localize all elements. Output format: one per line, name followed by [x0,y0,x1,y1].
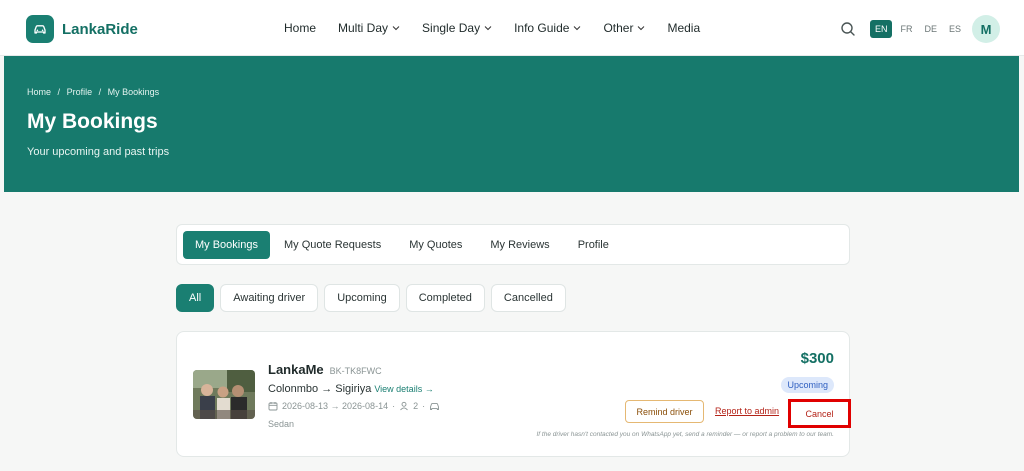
status-badge: Upcoming [781,377,834,393]
filter-cancelled[interactable]: Cancelled [490,284,566,312]
report-to-admin-link[interactable]: Report to admin [715,406,779,416]
route: Colonmbo → Sigiriya View details → [268,383,434,395]
tab-profile[interactable]: Profile [564,231,623,259]
booking-card: LankaMe BK-TK8FWC Colonmbo → Sigiriya View… [176,331,851,457]
profile-tabs: My Bookings My Quote Requests My Quotes … [176,224,850,265]
passenger-count: 2 [413,401,419,411]
chevron-down-icon [484,26,492,31]
nav-other-label: Other [603,21,634,35]
driver-name: LankaMe BK-TK8FWC [268,362,382,377]
filter-upcoming[interactable]: Upcoming [324,284,400,312]
nav-media-label: Media [667,21,701,35]
lang-en[interactable]: EN [869,20,893,38]
top-navbar: LankaRide Home Multi Day Single Day Info… [0,0,1024,56]
filter-awaiting-driver[interactable]: Awaiting driver [220,284,319,312]
page-hero: Home / Profile / My Bookings My Bookings… [4,56,1019,192]
status-filters: All Awaiting driver Upcoming Completed C… [176,284,566,312]
driver-name-text: LankaMe [268,362,324,377]
avatar[interactable]: M [972,15,1000,43]
user-icon [400,401,408,411]
help-note: If the driver hasn't contacted you on Wh… [536,431,834,438]
nav-right: EN FR DE ES M [840,15,1000,43]
breadcrumb-current: My Bookings [107,87,160,97]
lang-fr[interactable]: FR [896,21,916,37]
booking-price: $300 [800,350,834,367]
nav-multi-day-label: Multi Day [338,21,389,35]
car-icon [430,402,440,410]
breadcrumb-separator: / [57,87,61,97]
brand[interactable]: LankaRide [26,15,138,43]
driver-photo [193,370,255,419]
nav-single-day[interactable]: Single Day [422,21,492,35]
meta-separator: · [422,401,426,411]
booking-meta: 2026-08-13 → 2026-08-14 · 2 · [268,401,440,411]
route-text: Colonmbo → Sigiriya [268,383,372,395]
nav-other[interactable]: Other [603,21,645,35]
page-subtitle: Your upcoming and past trips [27,146,170,158]
chevron-down-icon [574,26,581,31]
main-nav: Home Multi Day Single Day Info Guide Oth… [284,0,700,56]
lang-de[interactable]: DE [920,21,941,37]
breadcrumb-separator: / [98,87,102,97]
nav-single-day-label: Single Day [422,21,481,35]
chevron-down-icon [638,26,645,31]
booking-dates: 2026-08-13 → 2026-08-14 [282,401,389,411]
view-details-link[interactable]: View details → [374,384,433,394]
filter-completed[interactable]: Completed [405,284,485,312]
nav-multi-day[interactable]: Multi Day [338,21,400,35]
cancel-booking-button[interactable]: Cancel [788,399,851,428]
breadcrumb: Home / Profile / My Bookings [27,87,163,97]
lang-es[interactable]: ES [945,21,965,37]
filter-all[interactable]: All [176,284,215,312]
meta-separator: · [392,401,396,411]
nav-info-guide[interactable]: Info Guide [514,21,581,35]
breadcrumb-profile[interactable]: Profile [67,87,93,97]
nav-home[interactable]: Home [284,21,316,35]
calendar-icon [268,402,278,411]
car-icon [26,15,54,43]
search-icon[interactable] [840,21,856,37]
tab-my-reviews[interactable]: My Reviews [476,231,563,259]
tab-my-quotes[interactable]: My Quotes [395,231,476,259]
page-title: My Bookings [27,110,158,133]
nav-home-label: Home [284,21,317,35]
tab-my-bookings[interactable]: My Bookings [183,230,270,259]
nav-info-guide-label: Info Guide [514,21,570,35]
nav-media[interactable]: Media [667,21,700,35]
vehicle-type: Sedan [268,419,295,429]
booking-ref: BK-TK8FWC [329,366,382,376]
chevron-down-icon [392,26,400,31]
remind-driver-button[interactable]: Remind driver [625,400,704,423]
breadcrumb-home[interactable]: Home [27,87,51,97]
tab-my-quote-requests[interactable]: My Quote Requests [270,231,395,259]
brand-name: LankaRide [62,20,138,38]
